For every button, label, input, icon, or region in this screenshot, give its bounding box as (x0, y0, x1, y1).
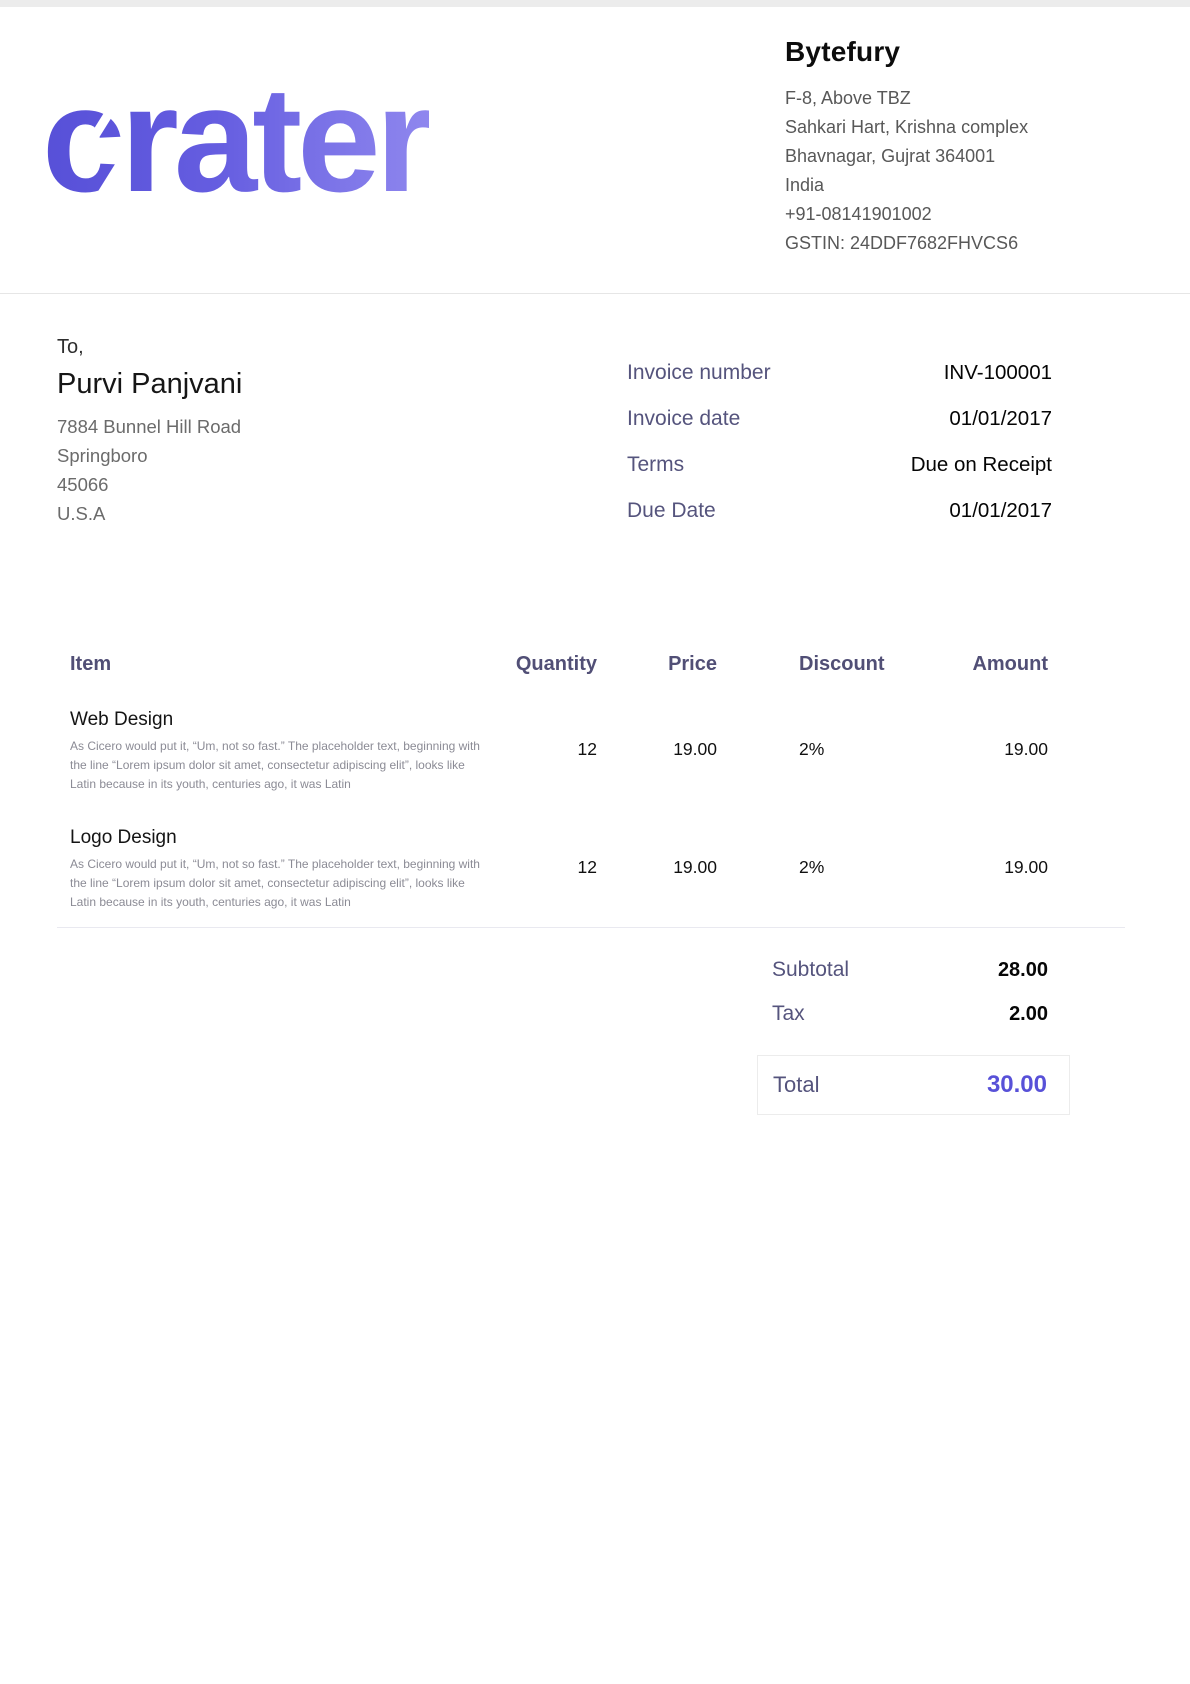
item-cell: Logo Design As Cicero would put it, “Um,… (57, 827, 490, 912)
subtotal-label: Subtotal (772, 955, 849, 985)
company-phone: +91-08141901002 (785, 200, 1165, 229)
company-address-line: India (785, 171, 1165, 200)
company-info-block: Bytefury F-8, Above TBZ Sahkari Hart, Kr… (785, 36, 1165, 258)
tax-value: 2.00 (1009, 1003, 1048, 1026)
column-header-quantity: Quantity (490, 653, 597, 676)
item-quantity: 12 (490, 827, 597, 878)
invoice-date-value: 01/01/2017 (949, 404, 1052, 433)
top-edge-strip (0, 0, 1190, 7)
items-table: Item Quantity Price Discount Amount Web … (57, 645, 1048, 912)
item-price: 19.00 (597, 709, 717, 760)
customer-name: Purvi Panjvani (57, 368, 242, 401)
terms-row: Terms Due on Receipt (627, 450, 1052, 479)
company-address-line: Bhavnagar, Gujrat 364001 (785, 142, 1165, 171)
table-row: Logo Design As Cicero would put it, “Um,… (57, 827, 1048, 912)
totals-block: Subtotal 28.00 Tax 2.00 Total 30.00 (757, 955, 1070, 1115)
terms-label: Terms (627, 450, 684, 479)
company-gstin: GSTIN: 24DDF7682FHVCS6 (785, 229, 1165, 258)
invoice-number-label: Invoice number (627, 358, 771, 387)
bill-to-block: To, Purvi Panjvani 7884 Bunnel Hill Road… (57, 336, 242, 528)
column-header-amount: Amount (897, 653, 1048, 676)
due-date-value: 01/01/2017 (949, 496, 1052, 525)
crater-logo: crater (42, 64, 429, 214)
company-name: Bytefury (785, 36, 1165, 68)
item-description: As Cicero would put it, “Um, not so fast… (70, 737, 490, 794)
item-amount: 19.00 (897, 827, 1048, 878)
tax-label: Tax (772, 999, 805, 1029)
item-price: 19.00 (597, 827, 717, 878)
invoice-number-value: INV-100001 (944, 358, 1052, 387)
item-description: As Cicero would put it, “Um, not so fast… (70, 855, 490, 912)
table-row: Web Design As Cicero would put it, “Um, … (57, 709, 1048, 794)
table-bottom-divider (57, 927, 1125, 928)
item-name: Logo Design (70, 827, 490, 849)
tax-row: Tax 2.00 (757, 999, 1070, 1029)
company-address: F-8, Above TBZ Sahkari Hart, Krishna com… (785, 84, 1165, 258)
column-header-item: Item (57, 653, 490, 676)
subtotal-row: Subtotal 28.00 (757, 955, 1070, 985)
customer-address-line: U.S.A (57, 499, 242, 528)
column-header-price: Price (597, 653, 717, 676)
total-box: Total 30.00 (757, 1055, 1070, 1115)
invoice-date-row: Invoice date 01/01/2017 (627, 404, 1052, 433)
due-date-row: Due Date 01/01/2017 (627, 496, 1052, 525)
due-date-label: Due Date (627, 496, 716, 525)
column-header-discount: Discount (717, 653, 897, 676)
crater-logo-wordmark: crater (42, 55, 429, 223)
invoice-number-row: Invoice number INV-100001 (627, 358, 1052, 387)
subtotal-value: 28.00 (998, 959, 1048, 982)
items-table-header: Item Quantity Price Discount Amount (57, 645, 1048, 676)
item-cell: Web Design As Cicero would put it, “Um, … (57, 709, 490, 794)
header-divider (0, 293, 1190, 294)
customer-address-line: Springboro (57, 441, 242, 470)
company-address-line: F-8, Above TBZ (785, 84, 1165, 113)
item-discount: 2% (717, 827, 897, 878)
total-value: 30.00 (987, 1071, 1047, 1099)
invoice-page: crater Bytefury F-8, Above TBZ Sahkari H… (0, 0, 1190, 1684)
item-discount: 2% (717, 709, 897, 760)
customer-address: 7884 Bunnel Hill Road Springboro 45066 U… (57, 412, 242, 528)
item-name: Web Design (70, 709, 490, 731)
terms-value: Due on Receipt (911, 450, 1052, 479)
customer-address-line: 7884 Bunnel Hill Road (57, 412, 242, 441)
company-address-line: Sahkari Hart, Krishna complex (785, 113, 1165, 142)
total-label: Total (773, 1072, 819, 1098)
invoice-date-label: Invoice date (627, 404, 740, 433)
item-quantity: 12 (490, 709, 597, 760)
item-amount: 19.00 (897, 709, 1048, 760)
customer-address-line: 45066 (57, 470, 242, 499)
invoice-meta-block: Invoice number INV-100001 Invoice date 0… (627, 358, 1052, 542)
bill-to-label: To, (57, 336, 242, 359)
